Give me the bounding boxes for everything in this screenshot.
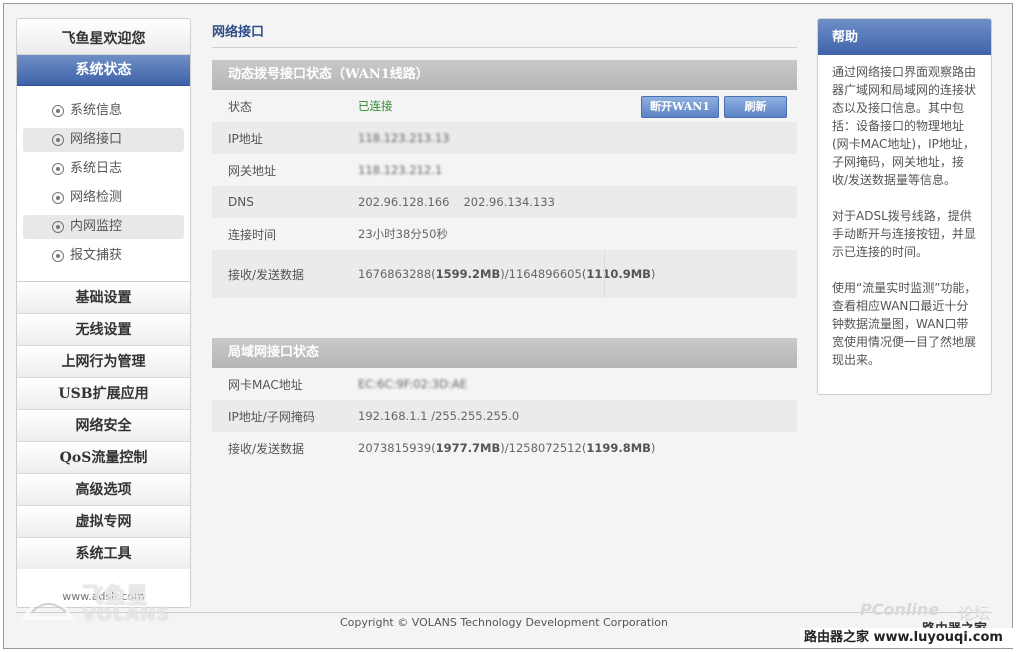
sidebar-nav: 飞鱼星欢迎您 系统状态 系统信息 网络接口 系统日志 网络检测 内网监控 报文捕… [16, 18, 191, 608]
logo-text-en: VOLANS [82, 604, 171, 625]
sidebar-item-label: 系统信息 [70, 103, 123, 118]
lan-traffic-row: 接收/发送数据 2073815939(1977.7MB)/1258072512(… [212, 432, 797, 464]
volans-logo: 飞鱼星 VOLANS [22, 578, 172, 628]
wan-gateway-value: 118.123.212.1 [358, 163, 443, 177]
disconnect-wan-button[interactable]: 断开WAN1 [641, 96, 719, 118]
help-paragraph: 对于ADSL拨号线路，提供手动断开与连接按钮，并显示已连接的时间。 [832, 209, 977, 259]
wan-dns-label: DNS [228, 195, 254, 209]
wan-uptime-label: 连接时间 [228, 227, 277, 242]
radio-bullet-icon [52, 192, 64, 204]
wan-dns-secondary: 202.96.134.133 [463, 195, 555, 209]
lan-ip-value: 192.168.1.1 /255.255.255.0 [358, 409, 520, 423]
page-title: 网络接口 [212, 18, 797, 48]
radio-bullet-icon [52, 105, 64, 117]
help-title: 帮助 [818, 19, 991, 55]
lan-rx-mb: 1977.7MB [435, 441, 501, 455]
wan-status-label: 状态 [228, 99, 253, 114]
welcome-banner: 飞鱼星欢迎您 [17, 19, 190, 55]
lan-mac-label: 网卡MAC地址 [228, 377, 303, 392]
sidebar-section-wireless[interactable]: 无线设置 [17, 313, 190, 345]
wan-tx-bytes: 1164896605 [508, 266, 582, 281]
sidebar-section-usb[interactable]: USB扩展应用 [17, 377, 190, 409]
wan-ip-row: IP地址 118.123.213.13 [212, 122, 797, 154]
sidebar-section-system-status[interactable]: 系统状态 [17, 55, 190, 86]
sidebar-item-label: 报文捕获 [70, 248, 123, 263]
sidebar-item-network-check[interactable]: 网络检测 [23, 186, 184, 210]
lan-rx-bytes: 2073815939 [358, 441, 432, 455]
lan-mac-value: EC:6C:9F:02:3D:AE [358, 377, 467, 391]
sidebar-section-basic-settings[interactable]: 基础设置 [17, 281, 190, 313]
lan-traffic-label: 接收/发送数据 [228, 441, 305, 456]
help-panel: 帮助 通过网络接口界面观察路由器广域网和局域网的连接状态以及接口信息。其中包括：… [817, 18, 992, 395]
lan-ip-label: IP地址/子网掩码 [228, 409, 315, 424]
lan-tx-mb: 1199.8MB [586, 441, 651, 455]
sidebar-item-label: 内网监控 [70, 219, 123, 234]
wan-traffic-label: 接收/发送数据 [228, 267, 305, 282]
sidebar-item-label: 网络接口 [70, 132, 123, 147]
wan-uptime-value: 23小时38分50秒 [358, 227, 448, 241]
wan-status-row: 状态 已连接 断开WAN1 刷新 [212, 90, 797, 122]
sidebar-item-packet-capture[interactable]: 报文捕获 [23, 244, 184, 268]
wan-rx-bytes: 1676863288 [358, 266, 432, 281]
sidebar-item-label: 系统日志 [70, 161, 123, 176]
refresh-button[interactable]: 刷新 [724, 96, 787, 118]
radio-bullet-icon [52, 134, 64, 146]
wan-rx-mb: 1599.2MB [435, 266, 501, 281]
sidebar-section-system-tools[interactable]: 系统工具 [17, 537, 190, 569]
sidebar-item-lan-monitor[interactable]: 内网监控 [23, 215, 184, 239]
lan-mac-row: 网卡MAC地址 EC:6C:9F:02:3D:AE [212, 368, 797, 400]
radio-bullet-icon [52, 163, 64, 175]
wan-traffic-value: 1676863288(1599.2MB)/1164896605(1110.9MB… [358, 266, 656, 281]
lan-tx-bytes: 1258072512 [508, 441, 582, 455]
wan-ip-value: 118.123.213.13 [358, 131, 450, 145]
site-url-watermark: 路由器之家 www.luyouqi.com [800, 628, 1014, 648]
help-paragraph: 通过网络接口界面观察路由器广域网和局域网的连接状态以及接口信息。其中包括：设备接… [832, 65, 977, 187]
radio-bullet-icon [52, 221, 64, 233]
sidebar-item-system-info[interactable]: 系统信息 [23, 99, 184, 123]
wan-tx-mb: 1110.9MB [586, 266, 651, 281]
sidebar-item-network-interface[interactable]: 网络接口 [23, 128, 184, 152]
wan-traffic-row: 接收/发送数据 1676863288(1599.2MB)/1164896605(… [212, 250, 797, 298]
wan-dns-row: DNS 202.96.128.166 202.96.134.133 [212, 186, 797, 218]
main-content: 网络接口 动态拨号接口状态（WAN1线路） 状态 已连接 断开WAN1 刷新 I… [212, 18, 797, 464]
sidebar-item-label: 网络检测 [70, 190, 123, 205]
help-paragraph: 使用“流量实时监测”功能，查看相应WAN口最近十分钟数据流量图，WAN口带宽使用… [832, 281, 977, 367]
cell-divider [604, 250, 605, 298]
sidebar-section-qos[interactable]: QoS流量控制 [17, 441, 190, 473]
wan-ip-label: IP地址 [228, 131, 263, 146]
system-status-submenu: 系统信息 网络接口 系统日志 网络检测 内网监控 报文捕获 [17, 86, 190, 281]
sidebar-section-security[interactable]: 网络安全 [17, 409, 190, 441]
sidebar-section-vpn[interactable]: 虚拟专网 [17, 505, 190, 537]
wan-dns-primary: 202.96.128.166 [358, 195, 450, 209]
wan-status-value: 已连接 [358, 99, 393, 113]
wan-gateway-label: 网关地址 [228, 163, 277, 178]
fish-logo-icon [22, 583, 74, 620]
wan-panel-header: 动态拨号接口状态（WAN1线路） [212, 60, 797, 90]
help-body: 通过网络接口界面观察路由器广域网和局域网的连接状态以及接口信息。其中包括：设备接… [818, 55, 991, 394]
pconline-watermark: PConline [860, 600, 940, 619]
lan-ip-row: IP地址/子网掩码 192.168.1.1 /255.255.255.0 [212, 400, 797, 432]
sidebar-item-system-log[interactable]: 系统日志 [23, 157, 184, 181]
wan-uptime-row: 连接时间 23小时38分50秒 [212, 218, 797, 250]
wan-gateway-row: 网关地址 118.123.212.1 [212, 154, 797, 186]
lan-panel-header: 局域网接口状态 [212, 338, 797, 368]
sidebar-section-advanced[interactable]: 高级选项 [17, 473, 190, 505]
sidebar-section-behavior-management[interactable]: 上网行为管理 [17, 345, 190, 377]
radio-bullet-icon [52, 250, 64, 262]
lan-traffic-value: 2073815939(1977.7MB)/1258072512(1199.8MB… [358, 441, 656, 455]
